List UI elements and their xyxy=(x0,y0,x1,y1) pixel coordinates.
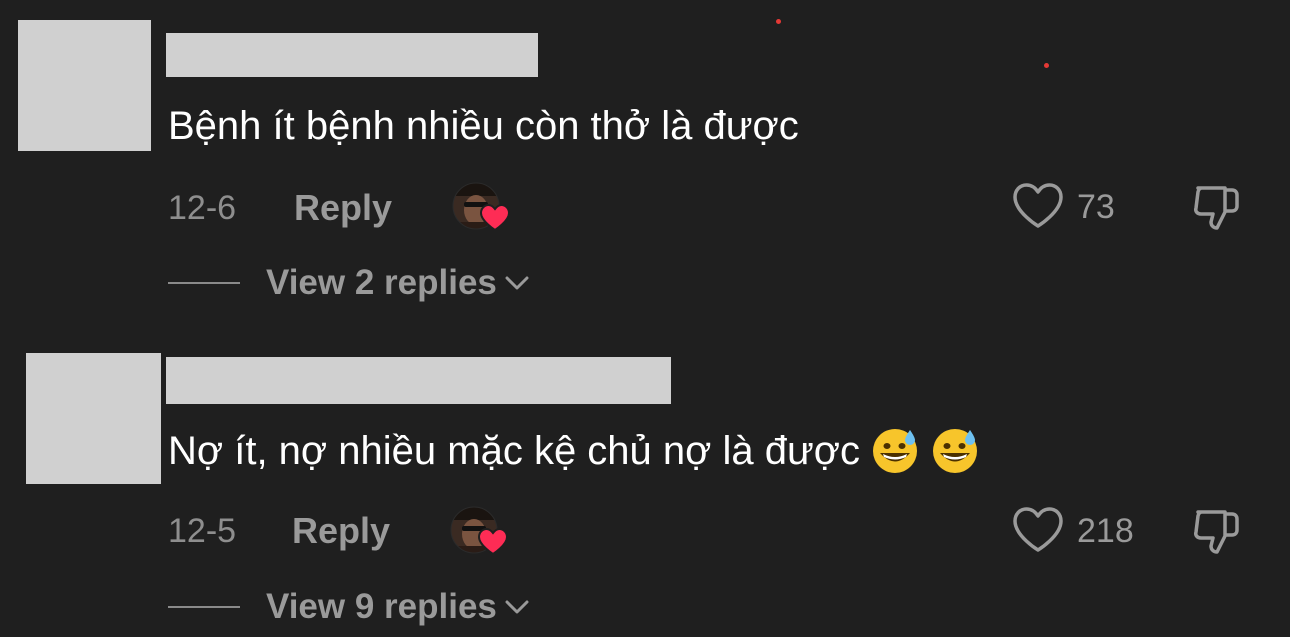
comment-text: Nợ ít, nợ nhiều mặc kệ chủ nợ là được xyxy=(168,426,980,476)
chevron-down-icon xyxy=(505,276,529,290)
creator-liked-badge xyxy=(450,506,512,558)
heart-outline-icon xyxy=(1013,183,1063,228)
dislike-button[interactable] xyxy=(1192,506,1244,563)
avatar[interactable] xyxy=(26,353,161,484)
comment-text: Bệnh ít bệnh nhiều còn thở là được xyxy=(168,104,799,148)
view-replies-button[interactable]: View 9 replies xyxy=(266,587,531,627)
reply-button[interactable]: Reply xyxy=(294,188,392,228)
comment-text-content: Nợ ít, nợ nhiều mặc kệ chủ nợ là được xyxy=(168,429,860,473)
notification-dot xyxy=(1044,63,1049,68)
avatar[interactable] xyxy=(18,20,151,151)
heart-outline-icon xyxy=(1013,507,1063,552)
like-count: 218 xyxy=(1077,512,1134,550)
chevron-down-icon xyxy=(505,600,529,614)
like-button[interactable] xyxy=(1012,182,1064,235)
replies-divider xyxy=(168,282,240,284)
grinning-face-with-sweat-icon xyxy=(873,429,917,473)
like-button[interactable] xyxy=(1012,506,1064,559)
notification-dot xyxy=(776,19,781,24)
reply-button[interactable]: Reply xyxy=(292,511,390,551)
comment-date: 12-5 xyxy=(168,512,237,550)
thumbs-down-icon xyxy=(1194,510,1239,554)
thumbs-down-icon xyxy=(1194,186,1239,230)
view-replies-label: View 9 replies xyxy=(266,587,497,626)
comment-date: 12-6 xyxy=(168,189,237,227)
username[interactable] xyxy=(166,357,671,404)
view-replies-button[interactable]: View 2 replies xyxy=(266,263,531,303)
creator-liked-avatar-icon xyxy=(450,506,509,556)
grinning-face-with-sweat-icon xyxy=(933,429,977,473)
username[interactable] xyxy=(166,33,538,77)
like-count: 73 xyxy=(1077,188,1115,226)
dislike-button[interactable] xyxy=(1192,182,1244,239)
replies-divider xyxy=(168,606,240,608)
view-replies-label: View 2 replies xyxy=(266,263,497,302)
creator-liked-avatar-icon xyxy=(452,182,511,232)
creator-liked-badge xyxy=(452,182,514,234)
